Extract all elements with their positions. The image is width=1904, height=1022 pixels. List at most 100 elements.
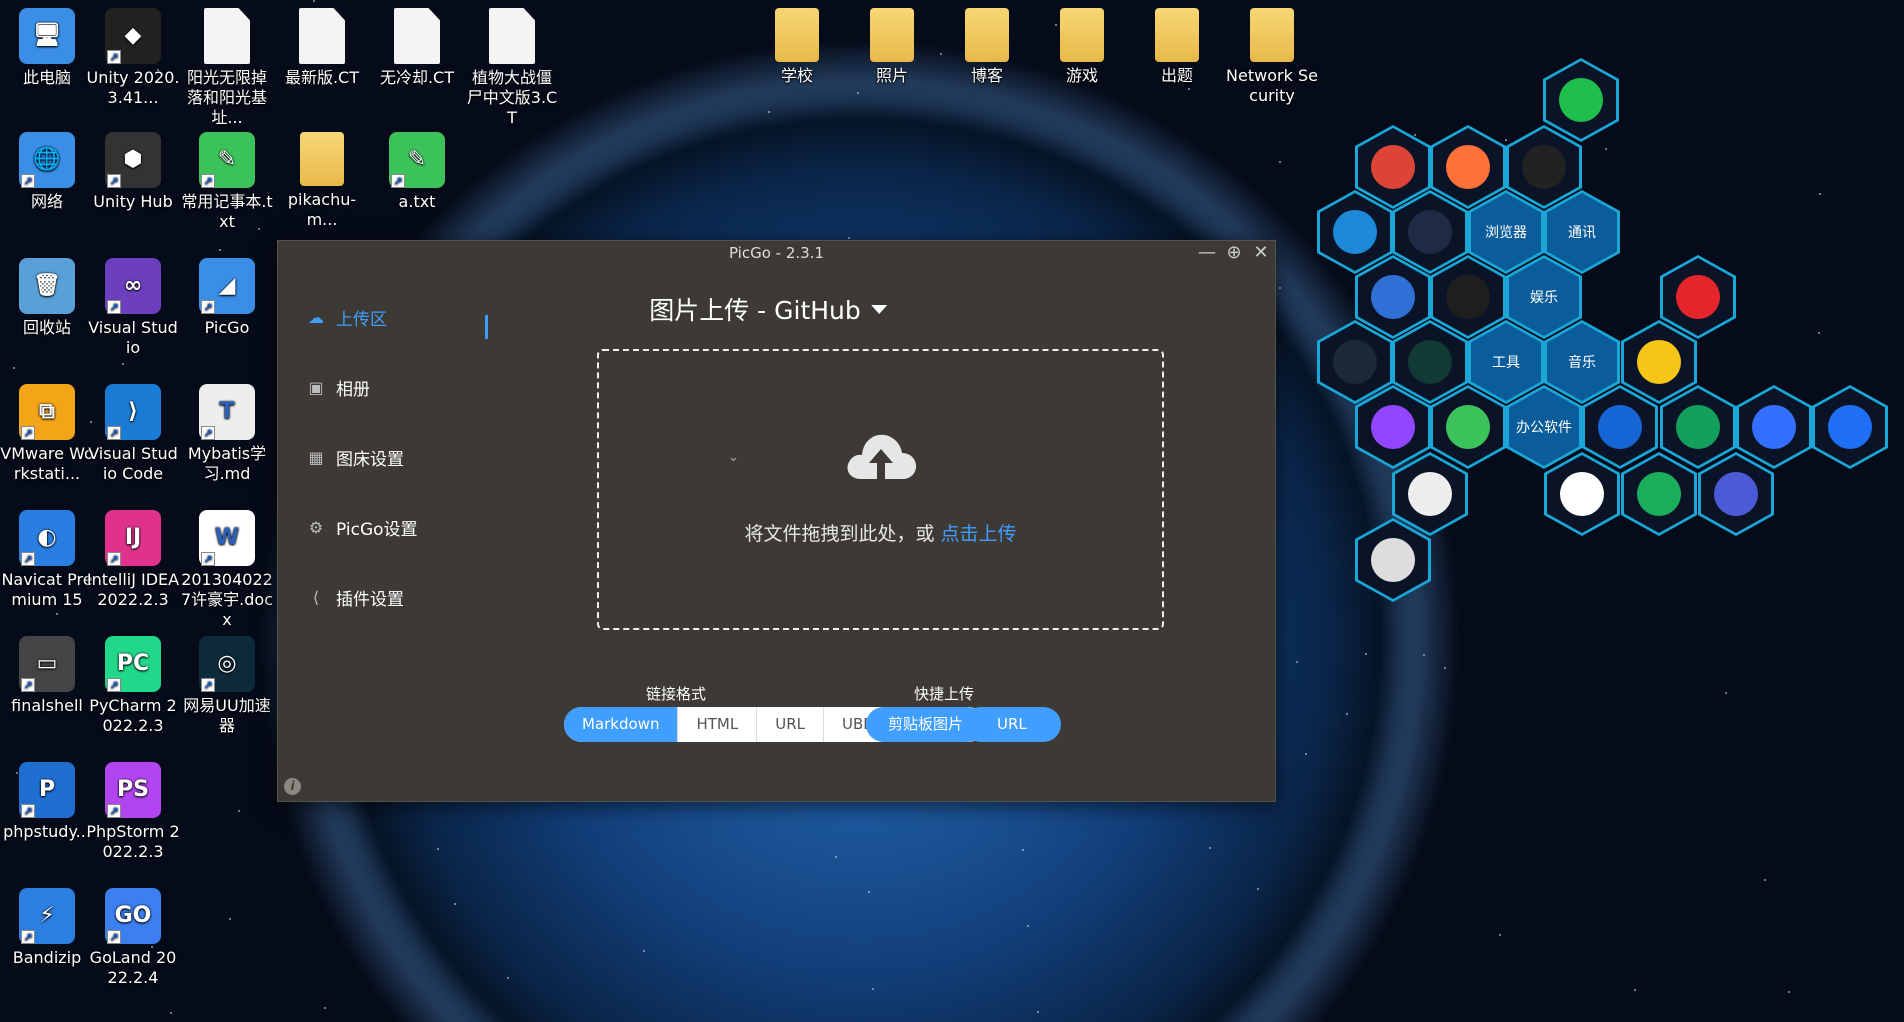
launcher-app-cell (1624, 323, 1694, 401)
desktop-icon-label: pikachu-m... (287, 190, 357, 229)
folder-icon (1060, 8, 1104, 62)
swirl-icon (1446, 275, 1490, 319)
window-titlebar[interactable]: PicGo - 2.3.1 (278, 241, 1275, 267)
sidebar-item-picgo-settings[interactable]: ⚙ PicGo设置 (306, 512, 418, 542)
desktop-icon[interactable]: ⟩ ↗ Visual Studio Code (86, 384, 180, 484)
desktop-icon[interactable]: ◎ ↗ 网易UU加速器 (180, 636, 274, 736)
desktop-icon[interactable]: 照片 (845, 8, 939, 86)
desktop-icon[interactable]: 无冷却.CT (370, 8, 464, 88)
app-icon: P ↗ (19, 762, 75, 818)
window-title: PicGo - 2.3.1 (728, 244, 825, 262)
click-upload-link[interactable]: 点击上传 (941, 523, 1017, 545)
folder-icon (1250, 8, 1294, 62)
star (1305, 753, 1307, 755)
desktop-icon-label: 网络 (30, 192, 63, 211)
sidebar-item-album[interactable]: ▣ 相册 (306, 372, 370, 402)
sidebar-item-picbed-settings[interactable]: ▦ 图床设置 ⌄ (306, 442, 738, 472)
desktop-icon-label: Network Security (1226, 66, 1318, 105)
desktop-icon-label: Visual Studio Code (88, 444, 178, 483)
desktop-icon[interactable]: P ↗ phpstudy... (0, 762, 94, 842)
desktop-icon[interactable]: 🌐 ↗ 网络 (0, 132, 94, 212)
desktop-icon[interactable]: PC ↗ PyCharm 2022.2.3 (86, 636, 180, 736)
info-icon[interactable]: i (284, 778, 301, 795)
launcher-app-cell (1663, 258, 1733, 336)
desktop-icon[interactable]: ⬢ ↗ Unity Hub (86, 132, 180, 212)
app-icon: 🖥 (19, 8, 75, 64)
shortcut-arrow-icon: ↗ (107, 174, 121, 188)
desktop-icon[interactable]: ◢ ↗ PicGo (180, 258, 274, 338)
link-format-option[interactable]: Markdown (564, 707, 678, 742)
app-icon: ⬢ ↗ (105, 132, 161, 188)
shortcut-arrow-icon: ↗ (21, 174, 35, 188)
app-icon: ◢ ↗ (199, 258, 255, 314)
desktop-icon-label: Unity 2020.3.41... (86, 68, 180, 107)
desktop-icon-label: 网易UU加速器 (183, 696, 271, 735)
star (1444, 667, 1446, 669)
app-icon: ◆ ↗ (105, 8, 161, 64)
link-format-option[interactable]: URL (756, 707, 823, 742)
desktop-icon[interactable]: ∞ ↗ Visual Studio (86, 258, 180, 358)
desktop-icon[interactable]: 阳光无限掉落和阳光基址... (180, 8, 274, 128)
baidu-netdisk-icon (1560, 472, 1604, 516)
sidebar-item-plugin-settings[interactable]: ⟨ 插件设置 (306, 582, 404, 612)
picbed-selector[interactable]: 图片上传 - GitHub (649, 291, 887, 327)
desktop-icon[interactable]: 出题 (1130, 8, 1224, 86)
notepad-icon (1446, 405, 1490, 449)
caret-down-icon (870, 304, 887, 314)
desktop-icon[interactable]: T ↗ Mybatis学习.md (180, 384, 274, 484)
desktop-icon[interactable]: 植物大战僵尸中文版3.CT (465, 8, 559, 128)
star (868, 891, 870, 893)
desktop-icon[interactable]: 🖥 此电脑 (0, 8, 94, 88)
desktop-icon[interactable]: 博客 (940, 8, 1034, 86)
desktop-icon[interactable]: ▭ ↗ finalshell (0, 636, 94, 716)
link-format-option[interactable]: HTML (677, 707, 757, 742)
dropzone-hint: 将文件拖拽到此处，或 点击上传 (599, 519, 1162, 546)
desktop-icon[interactable]: W ↗ 2013040227许豪宇.docx (180, 510, 274, 630)
desktop-icon[interactable]: ◐ ↗ Navicat Premium 15 (0, 510, 94, 610)
close-icon[interactable]: ✕ (1250, 243, 1272, 265)
app-icon: GO ↗ (105, 888, 161, 944)
star (1818, 332, 1820, 334)
star (1257, 888, 1259, 890)
desktop-icon-label: 无冷却.CT (379, 68, 455, 87)
star (1209, 847, 1211, 849)
desktop-icon-label: 阳光无限掉落和阳光基址... (186, 68, 267, 127)
folder-icon (1155, 8, 1199, 62)
desktop-icon[interactable]: 最新版.CT (275, 8, 369, 88)
desktop-icon[interactable]: ⧉ ↗ VMware Workstati... (0, 384, 94, 484)
steam-icon (1333, 340, 1377, 384)
star (1279, 161, 1281, 163)
desktop-icon[interactable]: 学校 (750, 8, 844, 86)
desktop-icon[interactable]: GO ↗ GoLand 2022.2.4 (86, 888, 180, 988)
file-icon (394, 8, 440, 64)
desktop-icon[interactable]: Network Security (1225, 8, 1319, 106)
desktop-icon[interactable]: PS ↗ PhpStorm 2022.2.3 (86, 762, 180, 862)
app-icon: PC ↗ (105, 636, 161, 692)
desktop-icon-label: finalshell (11, 696, 83, 715)
url-upload-button[interactable]: URL (963, 707, 1061, 742)
launcher-app-cell (1395, 193, 1465, 271)
star (170, 1012, 172, 1014)
desktop-icon[interactable]: 游戏 (1035, 8, 1129, 86)
desktop-icon[interactable]: pikachu-m... (275, 132, 369, 230)
desktop-icon[interactable]: ✎ ↗ a.txt (370, 132, 464, 212)
star (835, 856, 837, 858)
star (1605, 148, 1607, 150)
desktop-icon-label: 此电脑 (22, 68, 71, 87)
picbed-title: 图片上传 - GitHub (649, 296, 861, 325)
desktop-icon[interactable]: IJ ↗ IntelliJ IDEA 2022.2.3 (86, 510, 180, 610)
desktop-icon[interactable]: ◆ ↗ Unity 2020.3.41... (86, 8, 180, 108)
desktop-icon[interactable]: 🗑 回收站 (0, 258, 94, 338)
qq-icon (1522, 145, 1566, 189)
desktop-icon-label: 博客 (970, 66, 1003, 85)
minimize-icon[interactable]: — (1196, 243, 1218, 265)
star (13, 367, 15, 369)
upload-dropzone[interactable]: 将文件拖拽到此处，或 点击上传 (597, 349, 1164, 630)
shortcut-arrow-icon: ↗ (21, 678, 35, 692)
sidebar-item-upload[interactable]: ☁ 上传区 (306, 302, 387, 332)
desktop-icon[interactable]: ⚡ ↗ Bandizip (0, 888, 94, 968)
shortcut-arrow-icon: ↗ (107, 552, 121, 566)
pin-icon[interactable]: ⊕ (1223, 243, 1245, 265)
desktop-icon[interactable]: ✎ ↗ 常用记事本.txt (180, 132, 274, 232)
launcher-app-cell (1395, 455, 1465, 533)
